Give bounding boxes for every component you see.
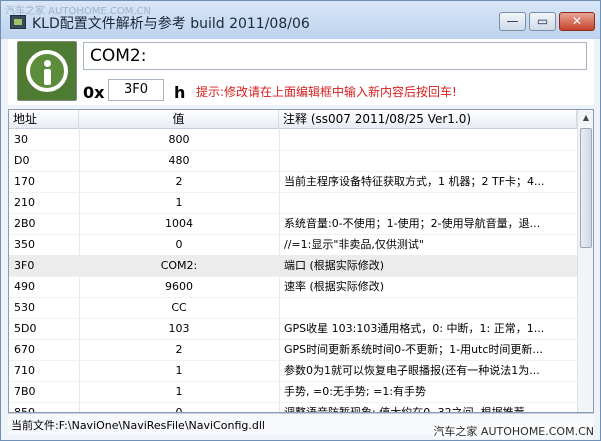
window-title: KLD配置文件解析与参考 build 2011/08/06 bbox=[32, 16, 310, 32]
cell-value: 1004 bbox=[165, 217, 193, 230]
scroll-thumb[interactable] bbox=[580, 128, 592, 248]
cell-value: 9600 bbox=[165, 280, 193, 293]
table-row[interactable]: 710 1 参数0为1就可以恢复电子眼播报(还有一种说法1为... bbox=[9, 360, 577, 382]
cell-note: 参数0为1就可以恢复电子眼播报(还有一种说法1为... bbox=[284, 364, 540, 377]
address-suffix: h bbox=[174, 83, 186, 102]
table-row[interactable]: 3F0 COM2: 端口 (根据实际修改) bbox=[9, 255, 577, 277]
cell-value: 2 bbox=[175, 175, 183, 188]
cell-note bbox=[284, 297, 574, 318]
cell-address: 210 bbox=[14, 196, 35, 209]
cell-note: GPS收星 103:103通用格式，0: 中断，1: 正常，1... bbox=[284, 322, 545, 335]
cell-note: GPS时间更新系统时间0-不更新；1-用utc时间更新... bbox=[284, 343, 543, 356]
green-circle-logo-icon bbox=[17, 41, 77, 101]
cell-value: 1 bbox=[175, 364, 183, 377]
table-row[interactable]: 350 0 //=1:显示"非卖品,仅供测试" bbox=[9, 234, 577, 256]
cell-note: 当前主程序设备特征获取方式，1 机器；2 TF卡；4... bbox=[284, 175, 545, 188]
cell-value: CC bbox=[171, 301, 187, 314]
editor-panel: COM2: 0x 3F0 h 提示:修改请在上面编辑框中输入新内容后按回车! bbox=[8, 39, 594, 105]
edit-hint: 提示:修改请在上面编辑框中输入新内容后按回车! bbox=[196, 85, 457, 99]
close-button[interactable]: ✕ bbox=[559, 12, 595, 31]
cell-address: 2B0 bbox=[14, 217, 36, 230]
watermark-bottom: 汽车之家 AUTOHOME.COM.CN bbox=[433, 423, 594, 439]
cell-note bbox=[284, 150, 574, 171]
table-row[interactable]: 7B0 1 手势, =0:无手势; =1:有手势 bbox=[9, 381, 577, 403]
cell-address: 850 bbox=[14, 406, 35, 413]
cell-note: 端口 (根据实际修改) bbox=[284, 259, 385, 272]
cell-note: 系统音量:0-不使用；1-使用；2-使用导航音量，退... bbox=[284, 217, 541, 230]
cell-value: 1 bbox=[175, 196, 183, 209]
cell-note: 手势, =0:无手势; =1:有手势 bbox=[284, 385, 427, 398]
config-table[interactable]: 地址 值 注释 (ss007 2011/08/25 Ver1.0) 30 800 D… bbox=[8, 109, 594, 413]
cell-address: 350 bbox=[14, 238, 35, 251]
cell-address: 5D0 bbox=[14, 322, 37, 335]
app-icon[interactable] bbox=[10, 15, 26, 29]
scroll-up-icon[interactable]: ▲ bbox=[579, 110, 593, 126]
table-row[interactable]: 210 1 bbox=[9, 192, 577, 214]
cell-address: 30 bbox=[14, 133, 28, 146]
table-row[interactable]: 670 2 GPS时间更新系统时间0-不更新；1-用utc时间更新... bbox=[9, 339, 577, 361]
current-file-path: 当前文件:F:\NaviOne\NaviResFile\NaviConfig.d… bbox=[11, 419, 265, 432]
cell-value: 0 bbox=[175, 238, 183, 251]
vertical-scrollbar[interactable]: ▲ bbox=[577, 110, 593, 412]
cell-value: 103 bbox=[168, 322, 190, 335]
address-prefix: 0x bbox=[83, 83, 105, 102]
cell-address: 530 bbox=[14, 301, 35, 314]
cell-note: //=1:显示"非卖品,仅供测试" bbox=[284, 238, 424, 251]
table-row[interactable]: 5D0 103 GPS收星 103:103通用格式，0: 中断，1: 正常，1... bbox=[9, 318, 577, 340]
cell-note: 调整语音防暂现象: 值大约在0 -32之间, 根据推荐... bbox=[284, 406, 536, 413]
cell-address: 3F0 bbox=[14, 259, 35, 272]
cell-value: COM2: bbox=[160, 259, 198, 272]
cell-note bbox=[284, 192, 574, 213]
cell-address: 490 bbox=[14, 280, 35, 293]
table-row[interactable]: 530 CC bbox=[9, 297, 577, 319]
maximize-button[interactable]: ▭ bbox=[529, 12, 556, 31]
app-window: 汽车之家 AUTOHOME.COM.CN KLD配置文件解析与参考 build … bbox=[0, 0, 601, 441]
minimize-button[interactable]: — bbox=[499, 12, 526, 31]
table-row[interactable]: 490 9600 速率 (根据实际修改) bbox=[9, 276, 577, 298]
cell-value: 2 bbox=[175, 343, 183, 356]
cell-address: 670 bbox=[14, 343, 35, 356]
column-header-value[interactable]: 值 bbox=[79, 110, 279, 128]
title-bar[interactable]: 汽车之家 AUTOHOME.COM.CN KLD配置文件解析与参考 build … bbox=[1, 1, 600, 39]
cell-address: D0 bbox=[14, 154, 30, 167]
table-header: 地址 值 注释 (ss007 2011/08/25 Ver1.0) bbox=[9, 110, 577, 129]
cell-address: 710 bbox=[14, 364, 35, 377]
cell-address: 7B0 bbox=[14, 385, 36, 398]
cell-note: 速率 (根据实际修改) bbox=[284, 280, 385, 293]
value-edit-field[interactable]: COM2: bbox=[83, 42, 587, 70]
table-row[interactable]: 170 2 当前主程序设备特征获取方式，1 机器；2 TF卡；4... bbox=[9, 171, 577, 193]
column-header-address[interactable]: 地址 bbox=[9, 110, 79, 128]
table-row[interactable]: 2B0 1004 系统音量:0-不使用；1-使用；2-使用导航音量，退... bbox=[9, 213, 577, 235]
cell-note bbox=[284, 129, 574, 150]
column-header-note[interactable]: 注释 (ss007 2011/08/25 Ver1.0) bbox=[279, 110, 577, 128]
cell-value: 1 bbox=[175, 385, 183, 398]
cell-value: 800 bbox=[168, 133, 190, 146]
table-row[interactable]: 30 800 bbox=[9, 129, 577, 151]
cell-value: 480 bbox=[168, 154, 190, 167]
table-row[interactable]: D0 480 bbox=[9, 150, 577, 172]
address-input[interactable]: 3F0 bbox=[108, 79, 164, 101]
cell-value: 0 bbox=[175, 406, 183, 413]
cell-address: 170 bbox=[14, 175, 35, 188]
table-row[interactable]: 850 0 调整语音防暂现象: 值大约在0 -32之间, 根据推荐... bbox=[9, 402, 577, 413]
